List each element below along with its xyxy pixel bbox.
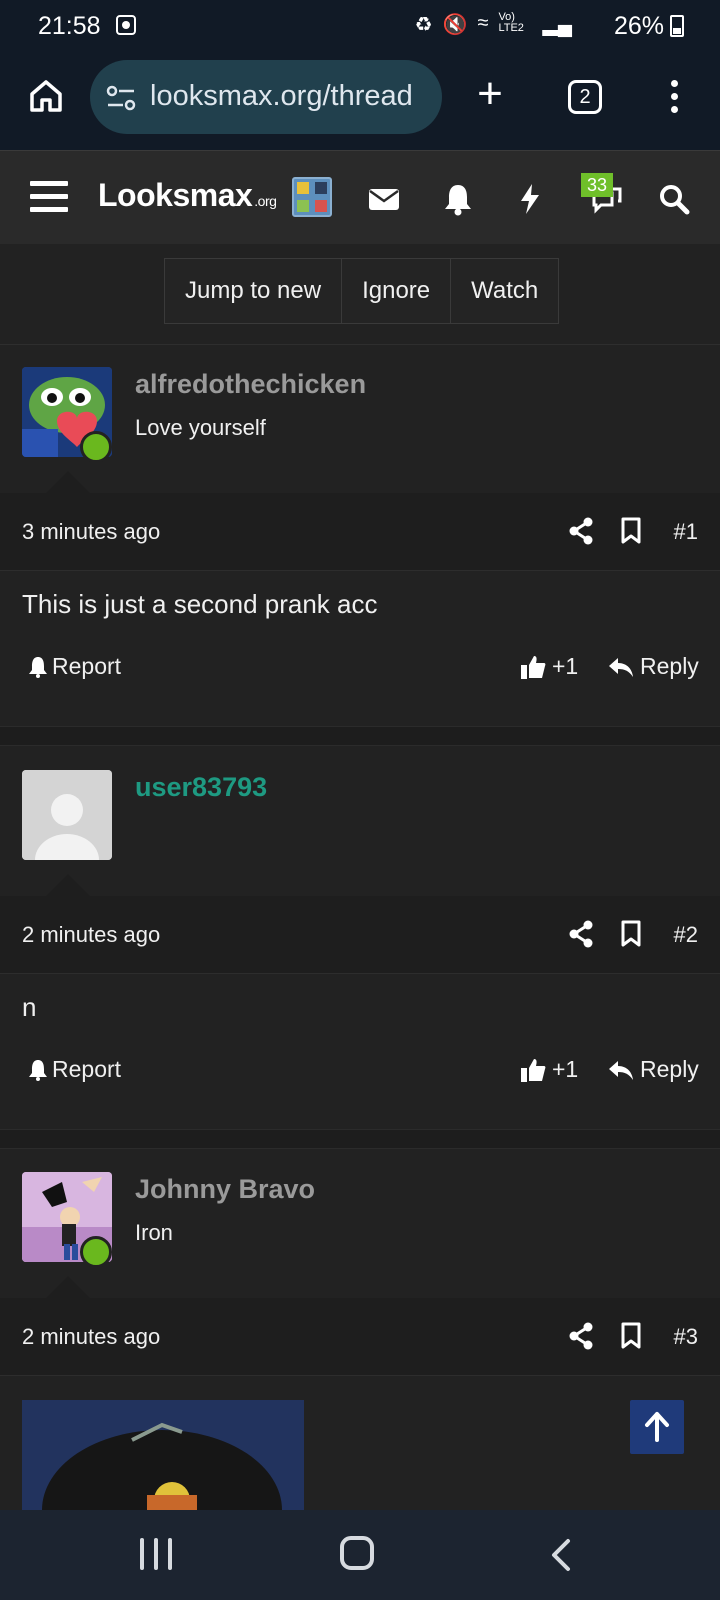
username[interactable]: user83793 [135,772,267,803]
post-number[interactable]: #3 [674,1324,698,1350]
bookmark-icon[interactable] [620,1322,642,1350]
user-title: Love yourself [135,415,266,440]
username[interactable]: Johnny Bravo [135,1174,315,1205]
post-user-band: Johnny Bravo Iron [0,1150,720,1298]
post-body: n [22,992,37,1022]
screen-record-icon [116,15,136,35]
watch-button[interactable]: Watch [451,259,558,323]
share-icon[interactable] [568,1322,594,1350]
status-time: 21:58 [38,12,101,40]
status-bar: 21:58 ♻ 🔇 ≈ Vo) LTE2 ▂▄ 26% [0,0,720,52]
new-tab-button[interactable]: + [472,72,508,116]
bell-icon [29,1059,47,1081]
address-bar[interactable]: looksmax.org/thread [90,60,442,134]
signal-icon: ▂▄ [542,14,572,36]
share-icon[interactable] [568,920,594,948]
reply-icon [609,657,633,677]
report-label: Report [52,653,122,679]
lightning-icon[interactable] [512,181,548,217]
recent-apps-icon[interactable] [138,1538,174,1572]
pointer-arrow [46,471,90,493]
report-label: Report [52,1056,122,1082]
report-button[interactable]: Report [28,1056,121,1083]
reply-button[interactable]: Reply [608,1056,699,1083]
pointer-arrow [46,874,90,896]
site-logo[interactable]: Looksmax .org [98,177,277,214]
recycle-icon: ♻ [414,14,433,36]
post-time[interactable]: 2 minutes ago [22,922,160,948]
post-separator [0,1129,720,1149]
user-title: Iron [135,1220,173,1245]
online-indicator [80,431,112,463]
post-number[interactable]: #1 [674,519,698,545]
bell-icon[interactable] [440,181,476,217]
jump-to-new-button[interactable]: Jump to new [165,259,343,323]
back-icon[interactable] [548,1538,574,1572]
reply-button[interactable]: Reply [608,653,699,680]
post-time[interactable]: 2 minutes ago [22,1324,160,1350]
thumbs-up-icon [521,655,546,679]
post-separator [0,726,720,746]
logo-badge-icon [292,177,332,217]
tab-switcher-button[interactable]: 2 [568,80,602,114]
post-actions: Report +1 Reply [0,645,720,693]
bell-icon [29,656,47,678]
mail-icon[interactable] [366,181,402,217]
logo-text: Looksmax [98,177,253,213]
home-button-icon[interactable] [340,1536,374,1570]
search-icon[interactable] [656,181,692,217]
post-image[interactable] [22,1400,304,1510]
post-meta: 2 minutes ago #3 [0,1298,720,1376]
home-icon[interactable] [28,78,64,114]
ignore-button[interactable]: Ignore [342,259,452,323]
post-user-band: user83793 [0,748,720,896]
reply-label: Reply [640,1056,699,1082]
site-header: Looksmax .org 33 [0,150,720,244]
post-time[interactable]: 3 minutes ago [22,519,160,545]
system-navigation-bar [0,1510,720,1600]
post-number[interactable]: #2 [674,922,698,948]
post-body: This is just a second prank acc [22,589,378,619]
post-actions: Report +1 Reply [0,1048,720,1096]
network-label: Vo) LTE2 [498,11,524,34]
scroll-to-top-button[interactable] [630,1400,684,1454]
like-count: +1 [552,653,579,679]
post-meta: 3 minutes ago #1 [0,493,720,571]
battery-icon [670,15,684,37]
like-button[interactable]: +1 [520,1056,578,1083]
share-icon[interactable] [568,517,594,545]
like-button[interactable]: +1 [520,653,578,680]
post-user-band: alfredothechicken Love yourself [0,345,720,493]
online-indicator [80,1236,112,1268]
logo-suffix: .org [254,193,277,209]
report-button[interactable]: Report [28,653,121,680]
bookmark-icon[interactable] [620,920,642,948]
browser-toolbar: looksmax.org/thread + 2 [0,52,720,150]
arrow-up-icon [645,1412,669,1442]
reply-label: Reply [640,653,699,679]
username[interactable]: alfredothechicken [135,369,366,400]
thumbs-up-icon [521,1058,546,1082]
post-meta: 2 minutes ago #2 [0,896,720,974]
browser-menu-icon[interactable] [666,80,682,116]
site-settings-icon[interactable] [106,84,136,112]
pointer-arrow [46,1276,90,1298]
conversations-count-badge: 33 [581,173,613,197]
status-icons: ♻ 🔇 ≈ Vo) LTE2 ▂▄ [415,12,572,37]
avatar[interactable] [22,770,112,860]
thread-actions: Jump to new Ignore Watch [164,258,560,324]
menu-icon[interactable] [30,181,68,213]
mute-icon: 🔇 [442,14,468,36]
like-count: +1 [552,1056,579,1082]
url-text[interactable]: looksmax.org/thread [150,80,413,113]
wifi-icon: ≈ [477,12,489,34]
battery-percent: 26% [613,12,664,40]
bookmark-icon[interactable] [620,517,642,545]
reply-icon [609,1060,633,1080]
